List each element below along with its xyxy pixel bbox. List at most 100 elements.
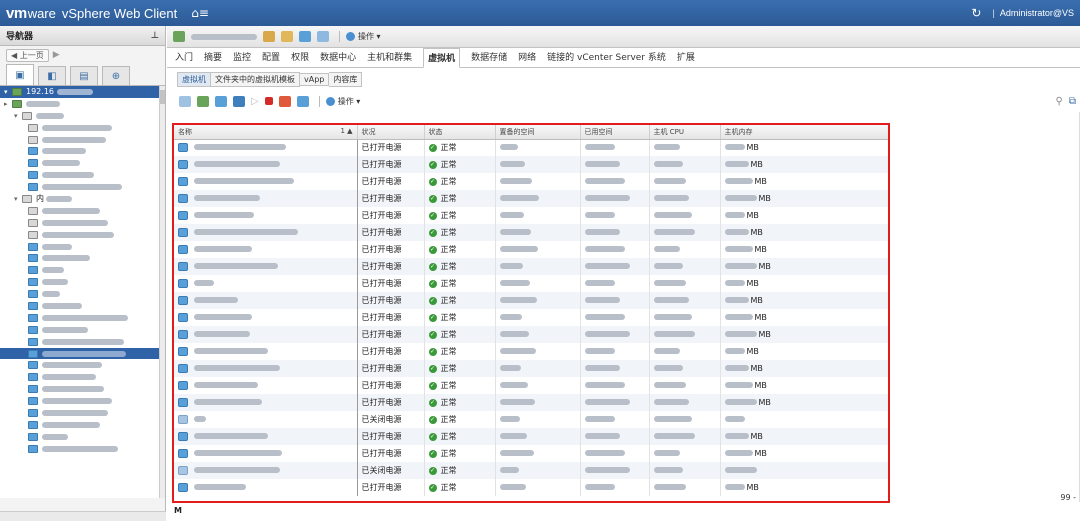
vm-name-cell[interactable] bbox=[174, 309, 358, 326]
vm-name-cell[interactable] bbox=[174, 360, 358, 377]
tree-item[interactable] bbox=[0, 443, 165, 455]
vm-name-cell[interactable] bbox=[174, 411, 358, 428]
tree-item[interactable] bbox=[0, 431, 165, 443]
home-icon[interactable]: ⌂≡ bbox=[191, 6, 209, 20]
col-provisioned-space[interactable]: 置备的空间 bbox=[495, 125, 581, 140]
vms-templates-tab[interactable]: ◧ bbox=[38, 66, 66, 85]
actions-menu[interactable]: 操作 ▾ bbox=[339, 31, 381, 42]
networking-tab[interactable]: ⊕ bbox=[102, 66, 130, 85]
tree-item[interactable] bbox=[0, 122, 165, 134]
tab-linked-vcenter[interactable]: 链接的 vCenter Server 系统 bbox=[547, 50, 666, 67]
tree-item[interactable] bbox=[0, 288, 165, 300]
vm-name-cell[interactable] bbox=[174, 190, 358, 207]
table-row[interactable]: 已打开电源 ✓ 正常 MB bbox=[174, 326, 888, 343]
power-off-icon[interactable] bbox=[264, 97, 273, 105]
col-used-space[interactable]: 已用空间 bbox=[580, 125, 650, 140]
table-row[interactable]: 已打开电源 ✓ 正常 MB bbox=[174, 156, 888, 173]
new-folder-icon[interactable] bbox=[263, 31, 275, 42]
table-row[interactable]: 已打开电源 ✓ 正常 MB bbox=[174, 343, 888, 360]
subtab-content-library[interactable]: 内容库 bbox=[329, 71, 363, 87]
table-row[interactable]: 已打开电源 ✓ 正常 MB bbox=[174, 275, 888, 292]
tree-item[interactable] bbox=[0, 276, 165, 288]
table-row[interactable]: 已打开电源 ✓ 正常 MB bbox=[174, 309, 888, 326]
tab-configure[interactable]: 配置 bbox=[262, 50, 280, 67]
vm-name-cell[interactable] bbox=[174, 139, 358, 156]
table-row[interactable]: 已打开电源 ✓ 正常 MB bbox=[174, 258, 888, 275]
tree-root[interactable]: ▾ 192.16 bbox=[0, 86, 165, 98]
forward-button[interactable]: ▶ bbox=[53, 50, 60, 60]
tree-item[interactable] bbox=[0, 359, 165, 371]
table-row[interactable]: 已打开电源 ✓ 正常 MB bbox=[174, 428, 888, 445]
tree-item[interactable] bbox=[0, 312, 165, 324]
tree-item[interactable] bbox=[0, 395, 165, 407]
tree-item[interactable] bbox=[0, 264, 165, 276]
collapse-icon[interactable]: ▾ bbox=[14, 195, 22, 203]
tree-item[interactable] bbox=[0, 383, 165, 395]
tree-item[interactable] bbox=[0, 419, 165, 431]
storage-tab[interactable]: ▤ bbox=[70, 66, 98, 85]
new-vm-button-icon[interactable] bbox=[179, 95, 191, 107]
table-row[interactable]: 已打开电源 ✓ 正常 MB bbox=[174, 394, 888, 411]
table-row[interactable]: 已打开电源 ✓ 正常 MB bbox=[174, 139, 888, 156]
vm-name-cell[interactable] bbox=[174, 258, 358, 275]
tree-item[interactable] bbox=[0, 300, 165, 312]
table-row[interactable]: 已打开电源 ✓ 正常 MB bbox=[174, 479, 888, 496]
collapse-icon[interactable]: ▾ bbox=[14, 112, 22, 120]
tab-monitor[interactable]: 监控 bbox=[233, 50, 251, 67]
hosts-clusters-tab[interactable]: ▣ bbox=[6, 64, 34, 85]
tree-item[interactable] bbox=[0, 145, 165, 157]
expand-icon[interactable]: ▸ bbox=[4, 100, 12, 108]
table-row[interactable]: 已打开电源 ✓ 正常 MB bbox=[174, 292, 888, 309]
tree-item[interactable] bbox=[0, 169, 165, 181]
vmware-logo[interactable]: vm ware vSphere Web Client bbox=[0, 5, 177, 22]
power-on-icon[interactable]: ▷ bbox=[251, 96, 259, 107]
tree-item[interactable]: ▾ 内 bbox=[0, 193, 165, 205]
tree-item[interactable] bbox=[0, 336, 165, 348]
export-icon[interactable]: ⧉ bbox=[1069, 96, 1076, 107]
folder-icon[interactable] bbox=[281, 31, 293, 42]
collapse-icon[interactable]: ▾ bbox=[4, 88, 12, 96]
col-status[interactable]: 状态 bbox=[424, 125, 496, 140]
tree-item[interactable] bbox=[0, 371, 165, 383]
console-icon[interactable] bbox=[296, 95, 309, 107]
table-row[interactable]: 已打开电源 ✓ 正常 MB bbox=[174, 241, 888, 258]
tree-item[interactable] bbox=[0, 229, 165, 241]
deploy-icon[interactable] bbox=[317, 31, 329, 42]
deploy-ovf-icon[interactable] bbox=[197, 95, 209, 107]
vm-name-cell[interactable] bbox=[174, 428, 358, 445]
table-row[interactable]: 已打开电源 ✓ 正常 MB bbox=[174, 377, 888, 394]
vm-name-cell[interactable] bbox=[174, 462, 358, 479]
tree-item[interactable] bbox=[0, 217, 165, 229]
tree-item[interactable]: ▾ bbox=[0, 110, 165, 122]
tab-extensions[interactable]: 扩展 bbox=[677, 50, 695, 67]
table-row[interactable]: 已打开电源 ✓ 正常 MB bbox=[174, 445, 888, 462]
subtab-vapp[interactable]: vApp bbox=[300, 72, 330, 86]
tree-item[interactable] bbox=[0, 157, 165, 169]
col-power-state[interactable]: 状况 bbox=[357, 125, 425, 140]
vm-name-cell[interactable] bbox=[174, 156, 358, 173]
vm-name-cell[interactable] bbox=[174, 241, 358, 258]
tree-item-selected[interactable] bbox=[0, 347, 165, 360]
grid-actions-menu[interactable]: 操作 ▾ bbox=[318, 95, 360, 107]
vm-name-cell[interactable] bbox=[174, 479, 358, 496]
tree-item[interactable] bbox=[0, 181, 165, 193]
vm-name-cell[interactable] bbox=[174, 275, 358, 292]
table-row[interactable]: 已关闭电源 ✓ 正常 bbox=[174, 411, 888, 428]
vm-name-cell[interactable] bbox=[174, 173, 358, 190]
pin-icon[interactable]: ⊥ bbox=[151, 31, 159, 41]
tab-summary[interactable]: 摘要 bbox=[204, 50, 222, 67]
tree-scrollbar[interactable] bbox=[159, 86, 165, 498]
vm-name-cell[interactable] bbox=[174, 326, 358, 343]
vm-name-cell[interactable] bbox=[174, 207, 358, 224]
tab-vms[interactable]: 虚拟机 bbox=[423, 48, 461, 68]
tree-item[interactable] bbox=[0, 205, 165, 217]
tab-networks[interactable]: 网络 bbox=[518, 50, 536, 67]
tree-item[interactable] bbox=[0, 407, 165, 419]
migrate-icon[interactable] bbox=[215, 95, 227, 107]
tree-item[interactable] bbox=[0, 252, 165, 264]
suspend-icon[interactable] bbox=[278, 95, 291, 107]
filter-icon[interactable]: ⚲ bbox=[1056, 96, 1063, 107]
subtab-vms[interactable]: 虚拟机 bbox=[177, 71, 211, 87]
tab-hosts-clusters[interactable]: 主机和群集 bbox=[367, 50, 412, 67]
tree-item[interactable] bbox=[0, 324, 165, 336]
